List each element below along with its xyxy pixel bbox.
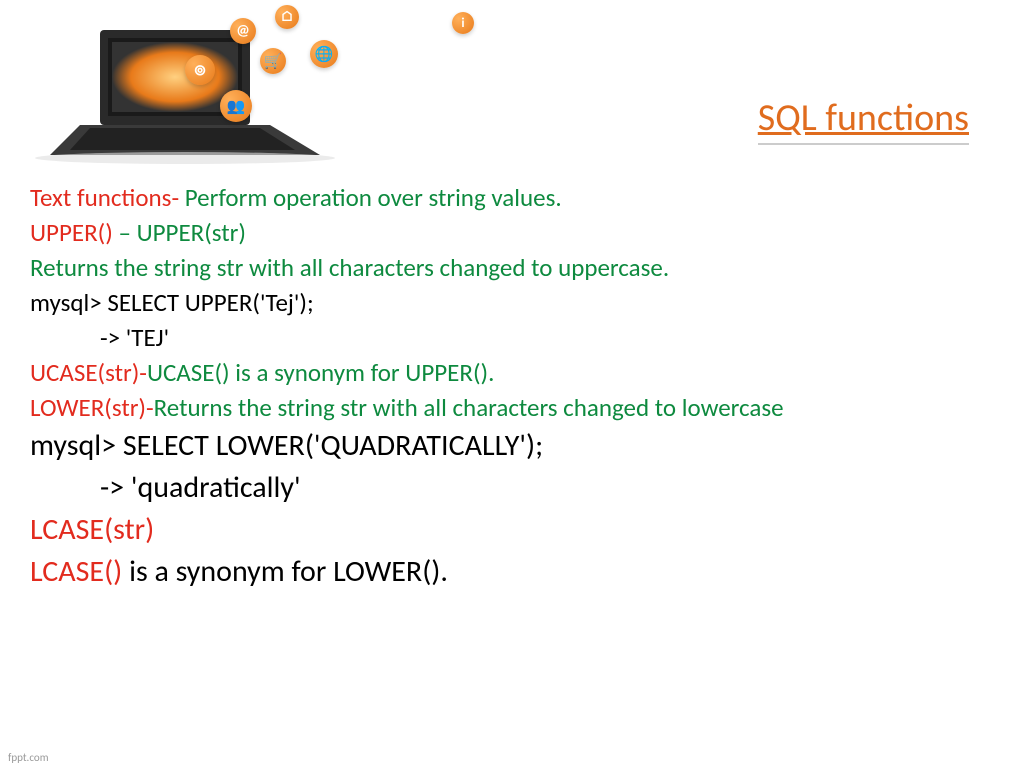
- home-icon: ⌂: [275, 5, 299, 29]
- lcase-label: LCASE(str): [30, 509, 994, 551]
- ucase-label: UCASE(str)-: [30, 357, 147, 388]
- page-title: SQL functions: [758, 95, 969, 145]
- lower-label: LOWER(str)-: [30, 392, 154, 423]
- upper-example-result: -> 'TEJ': [100, 320, 994, 355]
- upper-signature: – UPPER(str): [118, 217, 246, 248]
- line-text-functions: Text functions- Perform operation over s…: [30, 180, 994, 215]
- lcase-desc: is a synonym for LOWER().: [129, 553, 448, 590]
- line-ucase: UCASE(str)-UCASE() is a synonym for UPPE…: [30, 355, 994, 390]
- slide-content: Text functions- Perform operation over s…: [30, 180, 994, 593]
- info-icon: i: [452, 12, 474, 34]
- people-icon: 👥: [220, 90, 252, 122]
- text-functions-desc: Perform operation over string values.: [179, 182, 562, 213]
- ucase-desc: UCASE() is a synonym for UPPER().: [147, 357, 495, 388]
- line-upper: UPPER() – UPPER(str): [30, 215, 994, 250]
- network-icon: ⊚: [185, 55, 215, 85]
- upper-desc: Returns the string str with all characte…: [30, 250, 994, 285]
- laptop-icon: [20, 0, 360, 165]
- footer-watermark: fppt.com: [8, 751, 48, 764]
- lower-example-result: -> 'quadratically': [100, 467, 994, 509]
- cart-icon: 🛒: [260, 48, 286, 74]
- lcase-line: LCASE() is a synonym for LOWER().: [30, 551, 994, 593]
- laptop-graphic: @ ⌂ 🛒 🌐 ⊚ 👥 i: [20, 0, 360, 160]
- globe-icon: 🌐: [310, 40, 338, 68]
- text-functions-label: Text functions-: [30, 182, 179, 213]
- upper-example-query: mysql> SELECT UPPER('Tej');: [30, 285, 994, 320]
- line-lower: LOWER(str)-Returns the string str with a…: [30, 390, 994, 425]
- at-icon: @: [230, 18, 256, 44]
- upper-label: UPPER(): [30, 217, 118, 248]
- lower-example-query: mysql> SELECT LOWER('QUADRATICALLY');: [30, 425, 994, 467]
- lower-desc: Returns the string str with all characte…: [154, 392, 784, 423]
- lcase-func: LCASE(): [30, 553, 129, 590]
